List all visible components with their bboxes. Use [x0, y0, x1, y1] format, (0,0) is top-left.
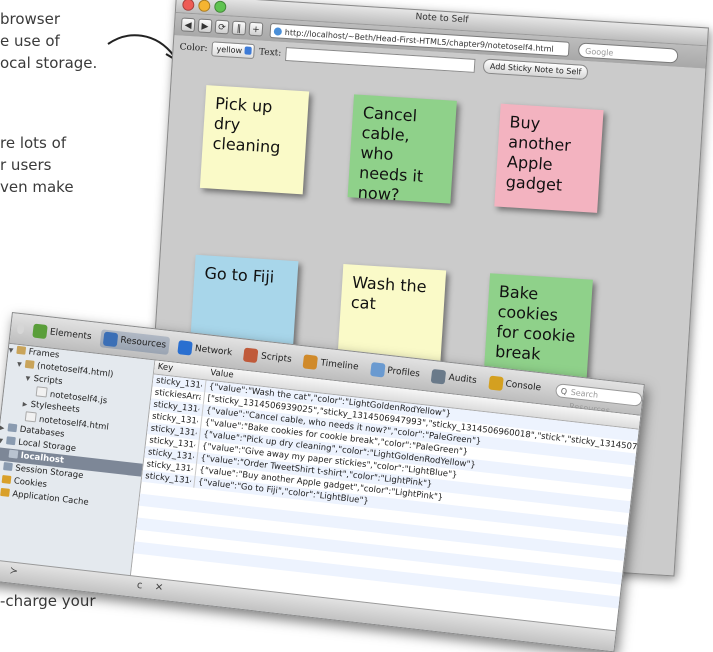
google-search-field[interactable]: Google [577, 41, 679, 64]
tab-resources[interactable]: Resources [99, 329, 171, 355]
elements-icon [32, 323, 48, 340]
sticky-note[interactable]: Pick up dry cleaning [199, 85, 310, 195]
cookie-icon [1, 474, 12, 484]
profiles-icon [369, 361, 386, 378]
search-placeholder: Google [584, 46, 614, 58]
tab-label: Scripts [260, 351, 293, 365]
sticky-note[interactable]: Bake cookies for cookie break [483, 273, 593, 383]
tree-label: Frames [27, 347, 60, 361]
storage-icon [8, 449, 19, 459]
timeline-icon [302, 354, 319, 370]
storage-icon [3, 462, 13, 472]
file-icon [24, 411, 37, 423]
book-line: e use of [0, 32, 60, 50]
folder-icon [16, 345, 27, 355]
add-bookmark-button[interactable]: + [248, 21, 264, 37]
tab-label: Audits [447, 372, 478, 387]
column-key[interactable]: Key [157, 361, 174, 376]
file-icon [35, 386, 48, 398]
tab-timeline[interactable]: Timeline [300, 352, 363, 377]
console-toggle-icon[interactable]: ≻ [9, 565, 19, 577]
cache-icon [0, 487, 10, 497]
book-line: ven make [0, 178, 74, 196]
tab-label: Elements [49, 327, 93, 343]
back-button[interactable]: ◀ [180, 17, 196, 33]
globe-icon [273, 26, 283, 36]
tab-network[interactable]: Network [174, 338, 236, 363]
tab-elements[interactable]: Elements [29, 321, 96, 346]
storage-icon [5, 436, 16, 446]
database-icon [7, 423, 18, 433]
book-text-bottom: -charge your [0, 590, 96, 612]
tab-label: Resources [119, 335, 167, 351]
book-line: browser [0, 10, 61, 28]
pause-button[interactable]: ‖ [231, 20, 247, 36]
resource-tree: ▼ Frames ▼ (notetoself4.html) ▼ Scripts not… [0, 343, 156, 577]
tab-profiles[interactable]: Profiles [366, 360, 423, 384]
folder-icon [24, 359, 35, 369]
close-inspector-icon[interactable] [16, 323, 25, 335]
book-text-middle: re lots of r users ven make [0, 132, 74, 198]
scripts-icon [243, 347, 259, 364]
color-label: Color: [179, 41, 208, 54]
reload-button[interactable]: ⟳ [214, 19, 230, 35]
tab-console[interactable]: Console [485, 373, 545, 398]
sticky-note[interactable]: Cancel cable, who needs it now? [347, 94, 457, 204]
forward-button[interactable]: ▶ [197, 18, 213, 34]
search-resources-input[interactable]: Search Resources [555, 383, 643, 415]
tab-label: Timeline [319, 358, 360, 373]
book-line: ocal storage. [0, 54, 98, 72]
add-sticky-button[interactable]: Add Sticky Note to Self [482, 58, 589, 81]
network-icon [177, 340, 193, 356]
book-line: r users [0, 156, 52, 174]
tab-scripts[interactable]: Scripts [240, 345, 295, 369]
audits-icon [430, 368, 447, 385]
console-icon [487, 375, 504, 391]
book-line: -charge your [0, 592, 96, 610]
book-line: re lots of [0, 134, 67, 152]
tree-label: Scripts [33, 373, 64, 388]
color-select[interactable]: yellow [211, 41, 256, 60]
tab-label: Network [194, 343, 233, 359]
tab-label: Profiles [386, 365, 421, 380]
column-value[interactable]: Value [210, 367, 235, 383]
sticky-note[interactable]: Buy another Apple gadget [494, 103, 604, 213]
refresh-icon[interactable]: c [136, 580, 143, 592]
text-label: Text: [258, 46, 282, 59]
tab-label: Console [504, 379, 542, 394]
resources-icon [102, 331, 119, 348]
delete-icon[interactable]: ✕ [154, 582, 164, 594]
tab-audits[interactable]: Audits [428, 367, 481, 391]
book-text-top: browser e use of ocal storage. [0, 8, 97, 74]
